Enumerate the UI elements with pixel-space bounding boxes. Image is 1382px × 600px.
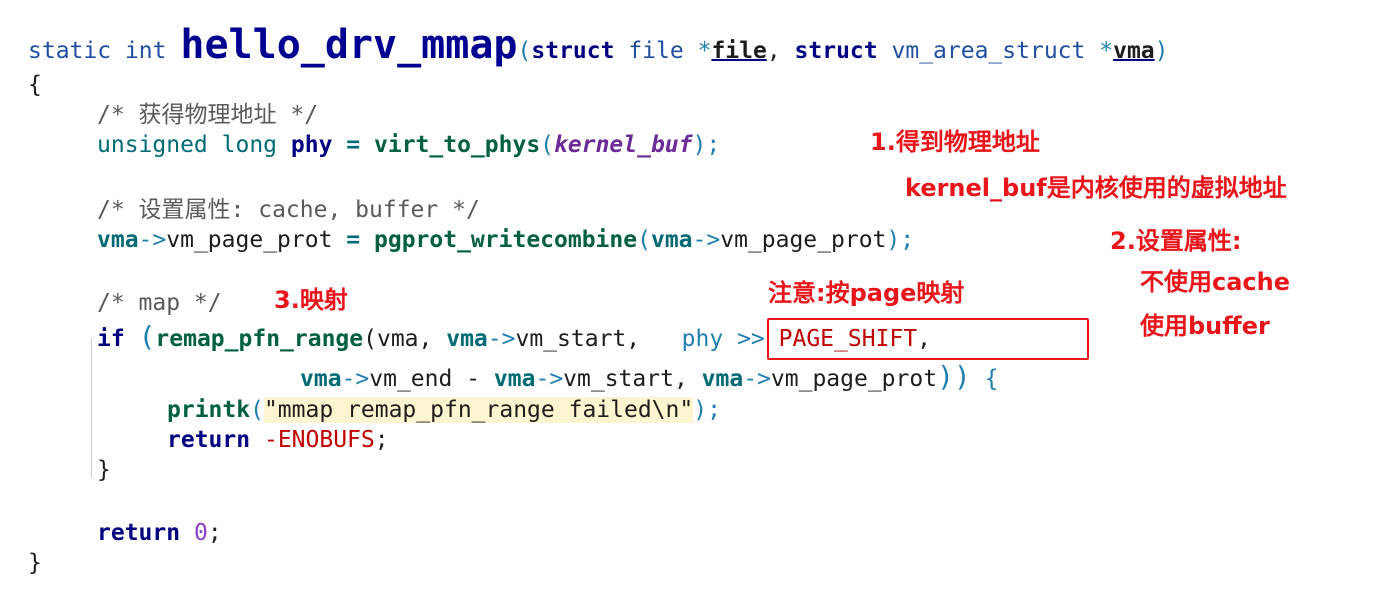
paren-open: ( <box>138 320 156 353</box>
type-unsigned-long: unsigned long <box>97 132 278 158</box>
field-vm-page-prot: vm_page_prot <box>166 227 333 253</box>
keyword-struct: struct <box>531 38 615 64</box>
call-printk: printk <box>167 397 251 423</box>
open-brace: { <box>28 70 42 100</box>
annotation-no-cache: 不使用cache <box>1140 268 1291 296</box>
param-vma: vma <box>1113 38 1155 64</box>
type-file: file <box>628 38 684 64</box>
arrow: -> <box>743 366 771 392</box>
paren-close: ) <box>1154 38 1169 64</box>
macro-enobufs: ENOBUFS <box>277 427 375 453</box>
operator-minus: - <box>263 427 278 453</box>
annotation-page-map: 注意:按page映射 <box>768 279 965 307</box>
keyword-return: return <box>97 520 181 546</box>
keyword-static: static <box>28 38 112 64</box>
annotation-map: 3.映射 <box>274 286 348 314</box>
string-literal: "mmap remap_pfn_range failed\n" <box>263 397 694 423</box>
call-remap-pfn-range: remap_pfn_range <box>155 326 364 352</box>
field-vm-start: vm_start, <box>563 366 688 392</box>
shift-operator: >> <box>737 326 765 352</box>
arrow: -> <box>535 366 564 392</box>
paren-close: ); <box>692 132 721 158</box>
arrow: -> <box>341 366 370 392</box>
keyword-if: if <box>97 326 125 352</box>
code-line-args: vma->vm_end - vma->vm_start, vma->vm_pag… <box>300 362 999 394</box>
paren-open: ( <box>517 38 532 64</box>
call-pgprot-writecombine: pgprot_writecombine <box>374 227 638 253</box>
comma: , <box>766 38 781 64</box>
arrow: -> <box>487 326 516 352</box>
code-line-printk: printk("mmap remap_pfn_range failed\n"); <box>167 395 721 425</box>
call-virt-to-phys: virt_to_phys <box>374 132 541 158</box>
args-vma: (vma, <box>363 326 447 352</box>
keyword-return: return <box>167 427 251 453</box>
annotation-kernel-buf: kernel_buf是内核使用的虚拟地址 <box>905 174 1287 202</box>
semicolon: ; <box>374 427 389 453</box>
brace: { <box>984 366 999 392</box>
paren-close: ); <box>693 397 721 423</box>
code-line-return: return 0; <box>97 518 222 548</box>
comment-line: /* 获得物理地址 */ <box>97 100 318 130</box>
arrow: -> <box>692 227 721 253</box>
paren-open: ( <box>250 397 264 423</box>
comment-get-phys-addr: /* 获得物理地址 */ <box>97 102 319 128</box>
keyword-struct: struct <box>794 38 878 64</box>
var-vma: vma <box>493 366 536 392</box>
annotation-get-phys: 1.得到物理地址 <box>870 128 1040 156</box>
close-brace-if: } <box>97 455 111 485</box>
code-line-prot: vma->vm_page_prot = pgprot_writecombine(… <box>97 225 914 255</box>
paren-close: )) <box>937 360 971 393</box>
var-phy: phy <box>290 132 333 158</box>
arg-kernel-buf: kernel_buf <box>554 132 693 158</box>
var-vma: vma <box>300 366 342 392</box>
number-zero: 0 <box>193 520 208 546</box>
type-vm-area-struct: vm_area_struct <box>891 38 1086 64</box>
comment-set-attr: /* 设置属性: cache, buffer */ <box>97 197 480 223</box>
var-vma: vma <box>97 227 139 253</box>
boxed-phy: phy <box>681 326 724 352</box>
function-name: hello_drv_mmap <box>180 22 518 68</box>
operator-minus: - <box>466 366 481 392</box>
brace: } <box>97 457 111 483</box>
operator-eq: = <box>346 132 361 158</box>
var-vma: vma <box>701 366 744 392</box>
var-vma: vma <box>650 227 693 253</box>
code-line-phy: unsigned long phy = virt_to_phys(kernel_… <box>97 130 720 160</box>
comment-map: /* map */ <box>97 290 222 316</box>
operator-eq: = <box>346 227 361 253</box>
pointer-star: * <box>1099 38 1114 64</box>
var-vma: vma <box>446 326 488 352</box>
brace: { <box>28 72 42 98</box>
annotation-set-attr: 2.设置属性: <box>1110 227 1242 255</box>
comment-line: /* map */ <box>97 288 222 318</box>
field-vm-page-prot: vm_page_prot <box>770 366 938 392</box>
paren-open: ( <box>637 227 651 253</box>
param-file: file <box>711 38 767 64</box>
field-vm-end: vm_end <box>369 366 453 392</box>
brace: } <box>28 550 42 576</box>
semicolon: ; <box>207 520 222 546</box>
code-line-return-err: return -ENOBUFS; <box>167 425 389 455</box>
arrow: -> <box>138 227 167 253</box>
annotation-use-buffer: 使用buffer <box>1140 312 1270 340</box>
indent-guide <box>91 338 92 478</box>
field-vm-start: vm_start, <box>515 326 641 352</box>
comment-line: /* 设置属性: cache, buffer */ <box>97 195 480 225</box>
paren-close: ); <box>886 227 915 253</box>
paren-open: ( <box>540 132 555 158</box>
function-signature: static int hello_drv_mmap(struct file *f… <box>28 25 1169 70</box>
field-vm-page-prot: vm_page_prot <box>720 227 887 253</box>
highlight-box <box>767 318 1089 360</box>
keyword-int: int <box>124 38 167 64</box>
close-brace-func: } <box>28 548 42 578</box>
pointer-star: * <box>697 38 712 64</box>
